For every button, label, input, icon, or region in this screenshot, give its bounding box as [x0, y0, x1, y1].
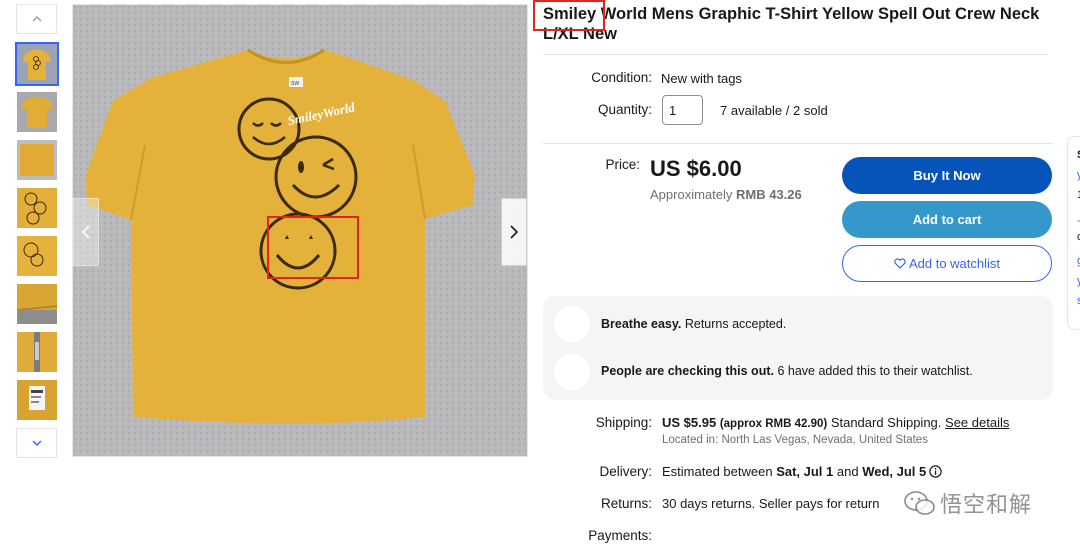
thumbnail-tag[interactable] [17, 380, 57, 420]
returns-label: Returns: [600, 496, 652, 511]
add-to-watchlist-button[interactable]: Add to watchlist [842, 245, 1052, 282]
availability-text: 7 available / 2 sold [720, 103, 828, 118]
thumbnail-front[interactable] [15, 42, 59, 86]
thumbnail-scroll-down-button[interactable] [16, 428, 57, 458]
see-details-link[interactable]: See details [945, 415, 1009, 430]
thumbnail-print-closeup[interactable] [17, 188, 57, 228]
delivery-label: Delivery: [599, 464, 652, 479]
payments-label: Payments: [588, 528, 652, 543]
watermark-text: 悟空和解 [940, 492, 1033, 517]
add-to-cart-button[interactable]: Add to cart [842, 201, 1052, 238]
thumbnail-scroll-up-button[interactable] [16, 4, 57, 34]
thumbnail-hem[interactable] [17, 284, 57, 324]
thumbnail-flat[interactable] [17, 140, 57, 180]
watermark: 悟空和解 [902, 484, 1052, 522]
listing-title: Smiley World Mens Graphic T-Shirt Yellow… [543, 5, 1040, 43]
watchers-highlight: People are checking this out. 6 have add… [601, 364, 973, 378]
thumbnail-gallery [15, 4, 59, 460]
heart-icon [894, 258, 906, 269]
annotation-highlight-box [267, 216, 359, 279]
next-image-button[interactable] [501, 198, 527, 266]
price-label: Price: [605, 157, 640, 172]
divider [543, 54, 1048, 55]
divider [543, 143, 1053, 144]
delivery-value: Estimated between Sat, Jul 1 and Wed, Ju… [662, 464, 942, 479]
condition-label: Condition: [591, 70, 652, 85]
seller-info-card: S y 1 - c g y s [1067, 136, 1080, 330]
quantity-label: Quantity: [597, 102, 652, 117]
thumbnail-back[interactable] [17, 92, 57, 132]
shipping-value: US $5.95 (approx RMB 42.90) Standard Shi… [662, 415, 1010, 430]
quantity-input[interactable] [662, 95, 703, 125]
main-product-image[interactable]: SW SmileyWorld [72, 4, 528, 457]
chevron-up-icon [32, 16, 41, 22]
listing-title-area: Smiley World Mens Graphic T-Shirt Yellow… [543, 4, 1055, 44]
svg-text:SW: SW [291, 81, 299, 87]
wechat-logo-icon [904, 491, 935, 515]
add-to-watchlist-label: Add to watchlist [908, 256, 1001, 271]
returns-value: 30 days returns. Seller pays for return [662, 496, 880, 511]
chevron-down-icon [32, 440, 41, 446]
approximate-price: Approximately RMB 43.26 [650, 187, 802, 202]
annotation-title-box [533, 0, 605, 31]
highlights-panel [543, 296, 1053, 400]
price-value: US $6.00 [650, 156, 742, 181]
condition-value: New with tags [661, 71, 742, 86]
item-location: Located in: North Las Vegas, Nevada, Uni… [662, 434, 928, 446]
thumbnail-print-detail[interactable] [17, 236, 57, 276]
thumbnail-measure[interactable] [17, 332, 57, 372]
returns-highlight: Breathe easy. Returns accepted. [601, 317, 787, 331]
approximate-price-value: RMB 43.26 [736, 187, 802, 202]
info-icon[interactable] [929, 465, 942, 478]
buy-it-now-button[interactable]: Buy It Now [842, 157, 1052, 194]
previous-image-button[interactable] [73, 198, 99, 266]
chevron-right-icon [510, 225, 519, 239]
chevron-left-icon [81, 225, 90, 239]
shipping-label: Shipping: [595, 415, 652, 430]
returns-icon [554, 306, 590, 342]
watchers-icon [554, 354, 590, 390]
